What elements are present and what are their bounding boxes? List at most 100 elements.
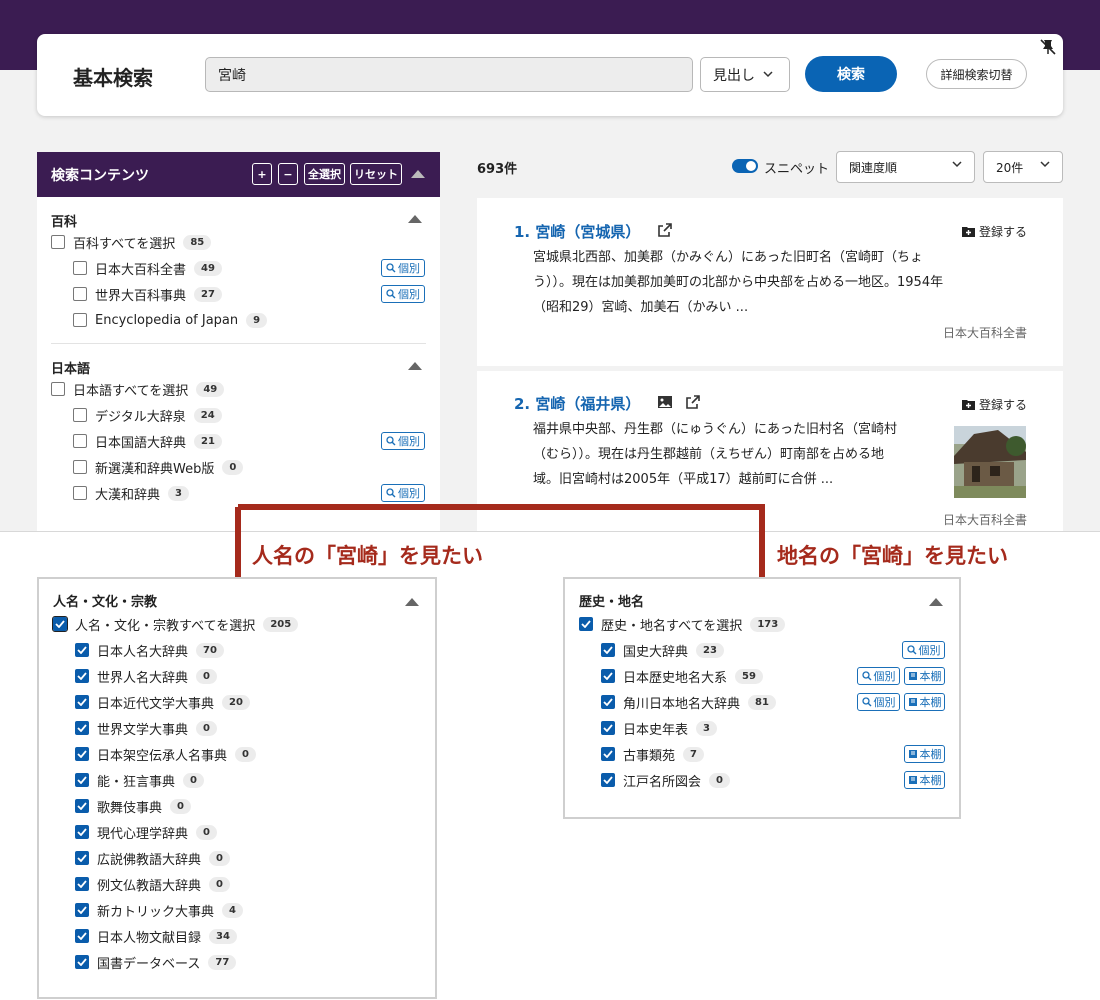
checkbox-checked[interactable] (601, 721, 615, 735)
checkbox-checked[interactable] (75, 851, 89, 865)
list-item[interactable]: 江戸名所図会 0 本棚 (579, 767, 945, 793)
list-item[interactable]: 日本近代文学大事典 20 (53, 689, 421, 715)
select-all-button[interactable]: 全選択 (304, 163, 345, 185)
checkbox-checked[interactable] (601, 747, 615, 761)
checkbox-checked[interactable] (601, 773, 615, 787)
result-thumbnail-image[interactable] (954, 426, 1026, 498)
bookshelf-button[interactable]: 本棚 (904, 771, 945, 789)
checkbox[interactable] (51, 235, 65, 249)
row-label: 国書データベース (97, 956, 201, 972)
select-all-row[interactable]: 歴史・地名すべてを選択 173 (579, 611, 945, 637)
list-item[interactable]: 国史大辞典 23 個別 (579, 637, 945, 663)
list-item[interactable]: 広説佛教語大辞典 0 (53, 845, 421, 871)
list-item[interactable]: 世界文学大事典 0 (53, 715, 421, 741)
collapse-sidebar-icon[interactable] (411, 170, 425, 178)
checkbox-checked[interactable] (75, 903, 89, 917)
checkbox-checked[interactable] (75, 955, 89, 969)
tag-label: 個別 (398, 435, 420, 448)
reset-button[interactable]: リセット (350, 163, 402, 185)
list-item[interactable]: 世界人名大辞典 0 (53, 663, 421, 689)
checkbox-checked[interactable] (75, 643, 89, 657)
checkbox-checked[interactable] (75, 669, 89, 683)
checkbox-checked[interactable] (75, 825, 89, 839)
list-item[interactable]: 日本史年表 3 (579, 715, 945, 741)
list-item[interactable]: 大漢和辞典 3 個別 (51, 480, 426, 506)
checkbox-checked[interactable] (75, 747, 89, 761)
checkbox[interactable] (73, 434, 87, 448)
checkbox-checked[interactable] (75, 929, 89, 943)
individual-search-button[interactable]: 個別 (857, 667, 900, 685)
list-item[interactable]: 日本人物文献目録 34 (53, 923, 421, 949)
checkbox-checked[interactable] (601, 695, 615, 709)
list-item[interactable]: 日本架空伝承人名事典 0 (53, 741, 421, 767)
list-item[interactable]: 角川日本地名大辞典 81 本棚 個別 (579, 689, 945, 715)
tag-label: 本棚 (919, 774, 942, 787)
checkbox-checked[interactable] (601, 669, 615, 683)
bookshelf-button[interactable]: 本棚 (904, 667, 945, 685)
external-link-icon[interactable] (657, 222, 673, 238)
individual-search-button[interactable]: 個別 (902, 641, 945, 659)
search-button[interactable]: 検索 (805, 56, 897, 92)
collapse-triangle-icon[interactable] (405, 598, 419, 606)
checkbox-checked[interactable] (75, 773, 89, 787)
individual-search-button[interactable]: 個別 (381, 285, 425, 303)
external-link-icon[interactable] (685, 394, 701, 410)
checkbox-checked[interactable] (75, 721, 89, 735)
checkbox-checked[interactable] (52, 616, 68, 632)
checkbox-checked[interactable] (75, 799, 89, 813)
bookshelf-button[interactable]: 本棚 (904, 745, 945, 763)
checkbox[interactable] (73, 460, 87, 474)
select-all-row[interactable]: 日本語すべてを選択 49 (51, 376, 426, 402)
list-item[interactable]: 日本国語大辞典 21 個別 (51, 428, 426, 454)
result-title-link[interactable]: 1. 宮崎（宮城県） (514, 221, 640, 242)
checkbox-checked[interactable] (75, 877, 89, 891)
snippet-toggle[interactable] (732, 159, 758, 173)
list-item[interactable]: 世界大百科事典 27 個別 (51, 281, 426, 307)
individual-search-button[interactable]: 個別 (857, 693, 900, 711)
list-item[interactable]: 日本大百科全書 49 個別 (51, 255, 426, 281)
list-item[interactable]: 新選漢和辞典Web版 0 (51, 454, 426, 480)
list-item[interactable]: 現代心理学辞典 0 (53, 819, 421, 845)
search-mode-select[interactable]: 見出し (700, 57, 790, 92)
collapse-triangle-icon[interactable] (408, 362, 422, 370)
checkbox-checked[interactable] (579, 617, 593, 631)
bookshelf-button[interactable]: 本棚 (904, 693, 945, 711)
per-page-select[interactable]: 20件 (983, 151, 1063, 183)
save-button[interactable]: 登録する (961, 223, 1027, 240)
list-item[interactable]: 新カトリック大事典 4 (53, 897, 421, 923)
checkbox[interactable] (73, 287, 87, 301)
checkbox[interactable] (73, 486, 87, 500)
checkbox-checked[interactable] (601, 643, 615, 657)
collapse-all-button[interactable]: − (278, 163, 298, 185)
result-title-link[interactable]: 2. 宮崎（福井県） (514, 393, 640, 414)
search-input[interactable] (205, 57, 693, 92)
select-all-row[interactable]: 百科すべてを選択 85 (51, 229, 426, 255)
advanced-search-toggle[interactable]: 詳細検索切替 (926, 59, 1027, 89)
checkmark-icon (77, 828, 87, 836)
collapse-triangle-icon[interactable] (408, 215, 422, 223)
list-item[interactable]: 古事類苑 7 本棚 (579, 741, 945, 767)
checkbox[interactable] (73, 313, 87, 327)
checkbox[interactable] (73, 408, 87, 422)
list-item[interactable]: 日本人名大辞典 70 (53, 637, 421, 663)
sort-select[interactable]: 関連度順 (836, 151, 975, 183)
list-item[interactable]: 能・狂言事典 0 (53, 767, 421, 793)
list-item[interactable]: 国書データベース 77 (53, 949, 421, 975)
expand-all-button[interactable]: + (252, 163, 272, 185)
collapse-triangle-icon[interactable] (929, 598, 943, 606)
checkbox[interactable] (51, 382, 65, 396)
unpin-icon[interactable] (1039, 38, 1057, 56)
list-item[interactable]: Encyclopedia of Japan 9 (51, 307, 426, 333)
individual-search-button[interactable]: 個別 (381, 259, 425, 277)
select-all-row[interactable]: 人名・文化・宗教すべてを選択 205 (52, 611, 421, 637)
count-badge: 0 (196, 720, 217, 736)
list-item[interactable]: デジタル大辞泉 24 (51, 402, 426, 428)
checkbox-checked[interactable] (75, 695, 89, 709)
list-item[interactable]: 日本歴史地名大系 59 本棚 個別 (579, 663, 945, 689)
individual-search-button[interactable]: 個別 (381, 484, 425, 502)
individual-search-button[interactable]: 個別 (381, 432, 425, 450)
list-item[interactable]: 例文仏教語大辞典 0 (53, 871, 421, 897)
list-item[interactable]: 歌舞伎事典 0 (53, 793, 421, 819)
checkbox[interactable] (73, 261, 87, 275)
save-button[interactable]: 登録する (961, 396, 1027, 413)
